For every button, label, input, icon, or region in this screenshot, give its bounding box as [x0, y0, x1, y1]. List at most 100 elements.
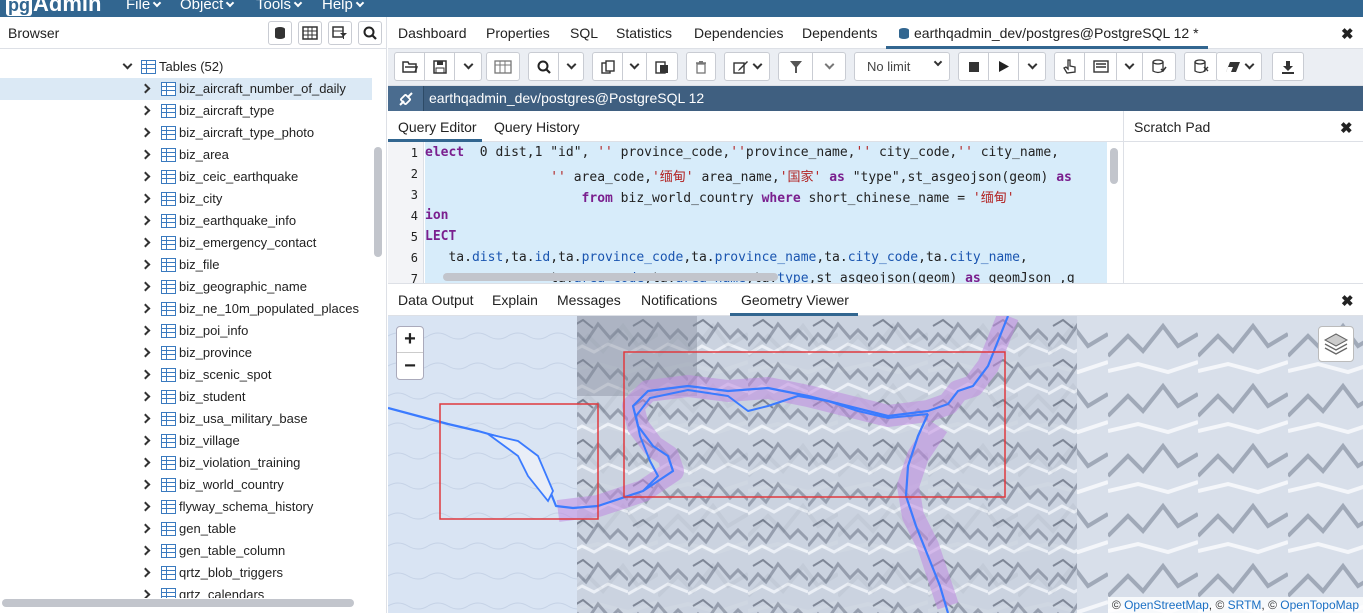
tab-properties[interactable]: Properties: [486, 25, 550, 41]
link-opentopomap[interactable]: OpenTopoMap: [1280, 598, 1359, 612]
tab-dependencies[interactable]: Dependencies: [694, 25, 784, 41]
tree-node-table[interactable]: biz_aircraft_number_of_daily: [0, 78, 372, 100]
view-data-button[interactable]: [298, 21, 322, 45]
tree-node-table[interactable]: biz_earthquake_info: [0, 210, 372, 232]
chevron-right-icon[interactable]: [140, 237, 151, 248]
tree-node-table[interactable]: biz_geographic_name: [0, 276, 372, 298]
copy-options-dropdown[interactable]: [623, 53, 647, 80]
filter-button[interactable]: [779, 53, 813, 80]
tree-node-table[interactable]: biz_ne_10m_populated_places: [0, 298, 372, 320]
tree-node-table[interactable]: biz_aircraft_type: [0, 100, 372, 122]
sql-code-area[interactable]: elect 0 dist,1 "id", '' province_code,''…: [425, 142, 1107, 283]
menu-object[interactable]: Object: [180, 0, 235, 13]
tree-horizontal-scrollbar[interactable]: [2, 599, 354, 607]
tree-node-table[interactable]: biz_scenic_spot: [0, 364, 372, 386]
chevron-right-icon[interactable]: [140, 347, 151, 358]
editor-horizontal-scrollbar[interactable]: [443, 273, 778, 281]
chevron-right-icon[interactable]: [140, 193, 151, 204]
connection-status-button[interactable]: [388, 86, 424, 111]
find-options-dropdown[interactable]: [559, 53, 583, 80]
tree-node-table[interactable]: biz_poi_info: [0, 320, 372, 342]
tab-notifications[interactable]: Notifications: [641, 292, 717, 308]
zoom-out-button[interactable]: −: [397, 353, 423, 379]
tree-node-table[interactable]: qrtz_calendars: [0, 584, 372, 598]
chevron-right-icon[interactable]: [140, 171, 151, 182]
chevron-right-icon[interactable]: [140, 523, 151, 534]
map-canvas[interactable]: [388, 316, 1363, 613]
row-limit-select[interactable]: No limit: [854, 52, 950, 81]
chevron-right-icon[interactable]: [140, 457, 151, 468]
paste-row-button[interactable]: [647, 53, 677, 80]
filtered-rows-button[interactable]: [328, 21, 352, 45]
tree-node-table[interactable]: biz_usa_military_base: [0, 408, 372, 430]
close-output-button[interactable]: ✖: [1341, 292, 1354, 310]
tree-node-table[interactable]: biz_file: [0, 254, 372, 276]
tab-messages[interactable]: Messages: [557, 292, 621, 308]
save-options-dropdown[interactable]: [455, 53, 481, 80]
filter-options-dropdown[interactable]: [813, 53, 845, 80]
tree-node-table[interactable]: biz_ceic_earthquake: [0, 166, 372, 188]
close-tab-button[interactable]: ✖: [1341, 25, 1354, 43]
link-srtm[interactable]: SRTM: [1228, 598, 1262, 612]
execute-options-dropdown[interactable]: [1019, 53, 1045, 80]
execute-button[interactable]: [989, 53, 1019, 80]
query-tool-button[interactable]: [268, 21, 292, 45]
copy-button[interactable]: [593, 53, 623, 80]
chevron-right-icon[interactable]: [140, 479, 151, 490]
editor-vertical-scrollbar[interactable]: [1110, 148, 1118, 184]
tree-node-table[interactable]: flyway_schema_history: [0, 496, 372, 518]
link-openstreetmap[interactable]: OpenStreetMap: [1124, 598, 1209, 612]
clear-dropdown[interactable]: [1217, 53, 1261, 80]
delete-row-button[interactable]: [687, 53, 715, 80]
tab-dependents[interactable]: Dependents: [802, 25, 878, 41]
zoom-in-button[interactable]: +: [397, 327, 423, 353]
sql-editor[interactable]: 1 2 3 4 5 6 7 elect 0 dist,1 "id", '' province…: [388, 142, 1123, 283]
tree-node-table[interactable]: biz_emergency_contact: [0, 232, 372, 254]
search-objects-button[interactable]: [358, 21, 382, 45]
menu-file[interactable]: File: [126, 0, 162, 13]
tree-node-table[interactable]: gen_table: [0, 518, 372, 540]
rollback-button[interactable]: [1185, 53, 1217, 80]
explain-options-dropdown[interactable]: [1117, 53, 1143, 80]
explain-analyze-button[interactable]: [1085, 53, 1117, 80]
close-scratch-pad-button[interactable]: ✖: [1340, 119, 1353, 137]
open-file-button[interactable]: [395, 53, 425, 80]
chevron-right-icon[interactable]: [140, 303, 151, 314]
tree-node-table[interactable]: gen_table_column: [0, 540, 372, 562]
geometry-viewer-map[interactable]: + − © OpenStreetMap, © SRTM, © OpenTopoM…: [388, 316, 1363, 613]
chevron-right-icon[interactable]: [140, 215, 151, 226]
chevron-right-icon[interactable]: [140, 567, 151, 578]
commit-button[interactable]: [1143, 53, 1175, 80]
chevron-down-icon[interactable]: [122, 59, 133, 70]
tree-node-table[interactable]: biz_city: [0, 188, 372, 210]
cancel-query-button[interactable]: [959, 53, 989, 80]
chevron-right-icon[interactable]: [140, 435, 151, 446]
tree-node-table[interactable]: biz_world_country: [0, 474, 372, 496]
chevron-right-icon[interactable]: [140, 391, 151, 402]
chevron-right-icon[interactable]: [140, 369, 151, 380]
tab-explain[interactable]: Explain: [492, 292, 538, 308]
tab-query-tool[interactable]: earthqadmin_dev/postgres@PostgreSQL 12 *: [898, 25, 1199, 41]
chevron-right-icon[interactable]: [140, 149, 151, 160]
chevron-right-icon[interactable]: [140, 501, 151, 512]
chevron-right-icon[interactable]: [140, 589, 151, 598]
layers-button[interactable]: [1318, 326, 1354, 362]
tab-data-output[interactable]: Data Output: [398, 292, 474, 308]
tree-node-table[interactable]: biz_aircraft_type_photo: [0, 122, 372, 144]
find-button[interactable]: [529, 53, 559, 80]
chevron-right-icon[interactable]: [140, 325, 151, 336]
tab-query-history[interactable]: Query History: [494, 119, 580, 135]
save-file-button[interactable]: [425, 53, 455, 80]
chevron-right-icon[interactable]: [140, 259, 151, 270]
edit-options-dropdown[interactable]: [725, 53, 769, 80]
tree-node-table[interactable]: biz_violation_training: [0, 452, 372, 474]
menu-tools[interactable]: Tools: [256, 0, 303, 13]
chevron-right-icon[interactable]: [140, 105, 151, 116]
menu-help[interactable]: Help: [322, 0, 365, 13]
download-csv-button[interactable]: [1273, 53, 1303, 80]
chevron-right-icon[interactable]: [140, 127, 151, 138]
tab-dashboard[interactable]: Dashboard: [398, 25, 467, 41]
tree-node-table[interactable]: biz_student: [0, 386, 372, 408]
tab-sql[interactable]: SQL: [570, 25, 598, 41]
chevron-right-icon[interactable]: [140, 545, 151, 556]
